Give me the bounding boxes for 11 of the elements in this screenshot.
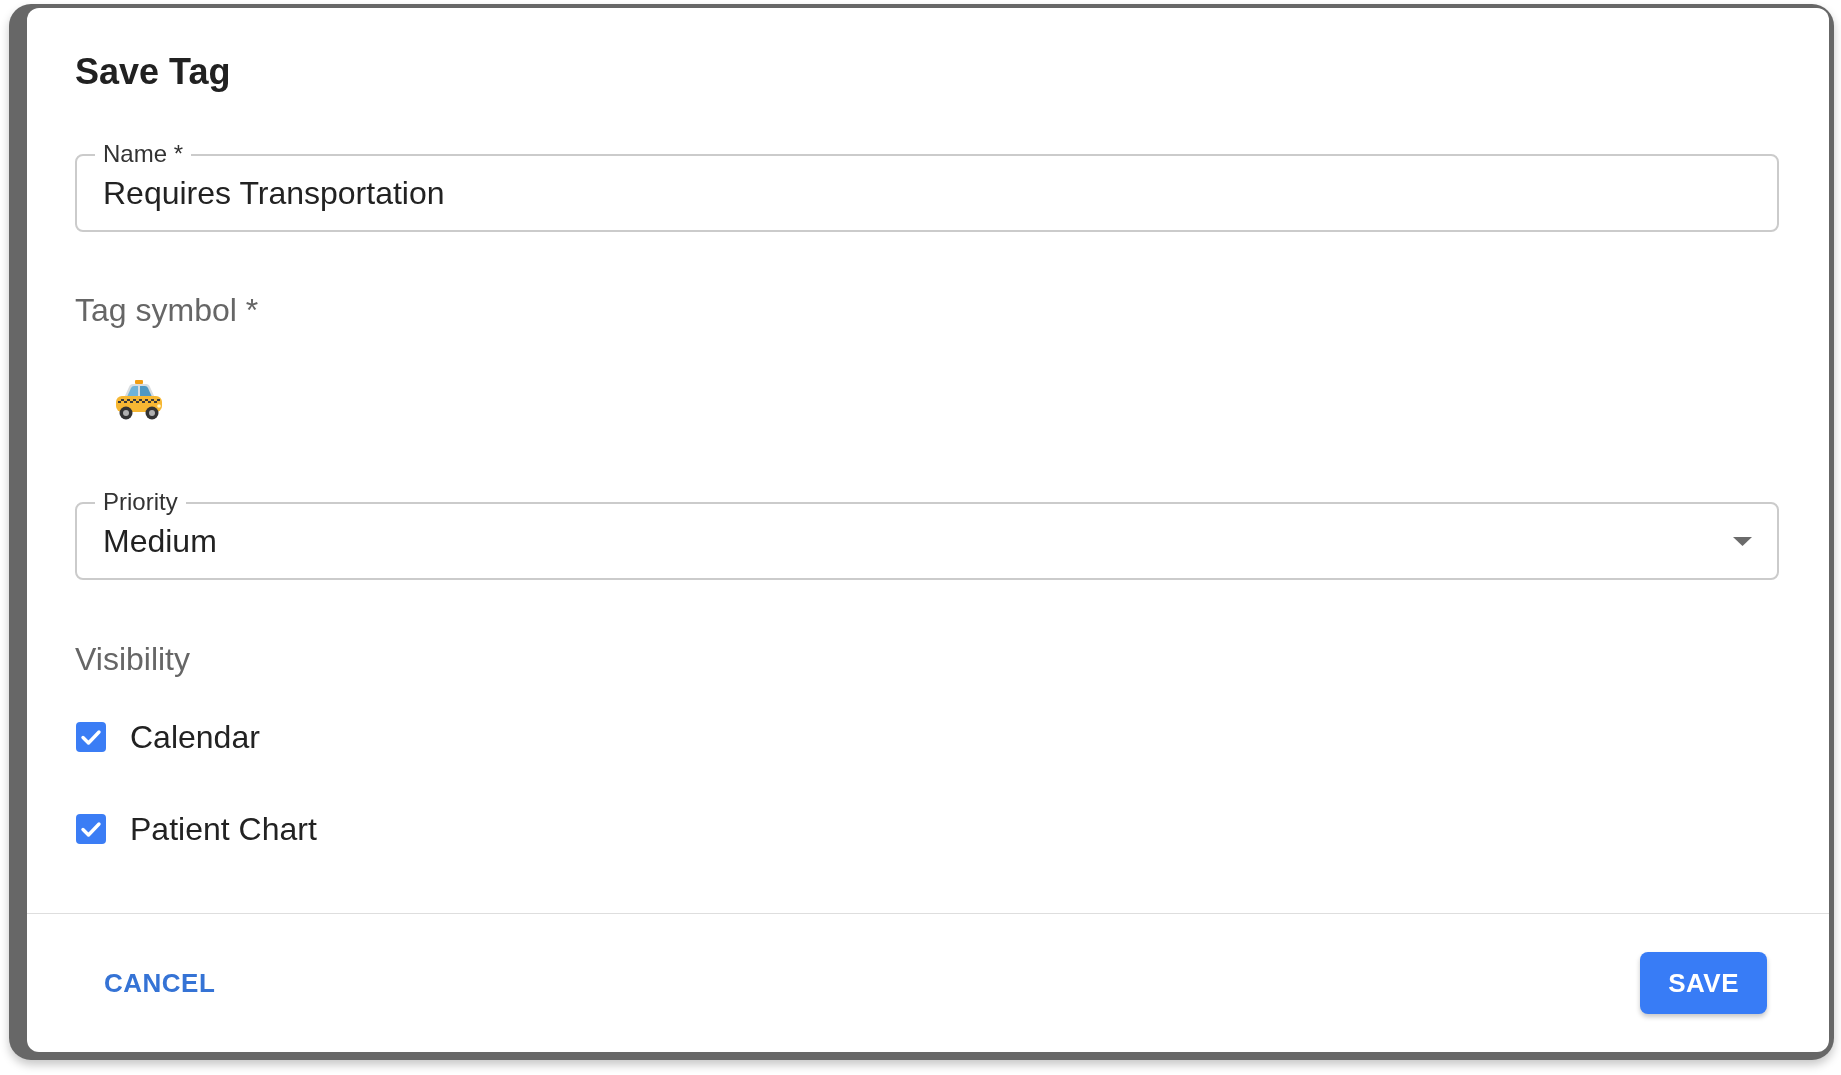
- taxi-icon[interactable]: [115, 380, 163, 420]
- checkbox-label: Calendar: [130, 718, 260, 756]
- caret-icon: [1733, 536, 1752, 546]
- checkbox[interactable]: [76, 814, 106, 844]
- filled-button[interactable]: SAVE: [1640, 952, 1767, 1014]
- section-label: Visibility: [75, 640, 190, 678]
- section-label: Tag symbol *: [75, 291, 259, 329]
- checkbox-label: Patient Chart: [130, 810, 317, 848]
- text-button[interactable]: CANCEL: [88, 952, 232, 1014]
- dialog-title: Save Tag: [75, 50, 231, 93]
- checkbox[interactable]: [76, 722, 106, 752]
